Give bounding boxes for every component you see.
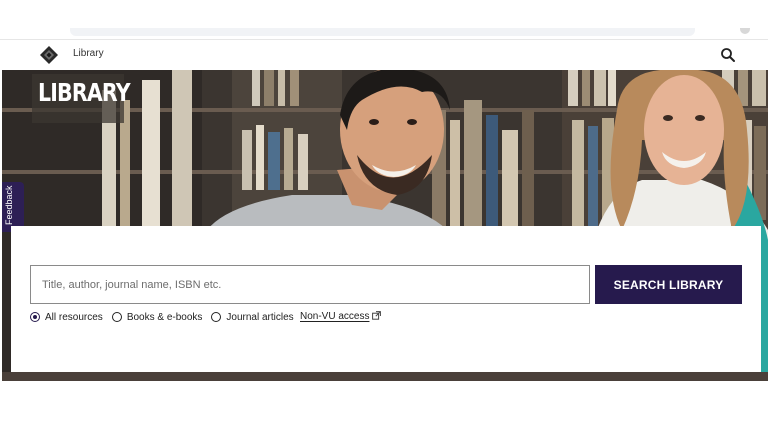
filter-label: All resources (45, 311, 103, 323)
hero-title: LIBRARY (38, 78, 131, 107)
external-link-icon (372, 311, 382, 320)
header-title[interactable]: Library (73, 48, 104, 59)
diamond-logo-icon[interactable] (40, 46, 58, 64)
radio-unchecked-icon[interactable] (111, 312, 122, 322)
filter-all-resources[interactable]: All resources (30, 312, 103, 323)
filter-label: Books & e-books (126, 311, 203, 323)
browser-profile-icon (740, 28, 750, 34)
site-header: Library (0, 39, 768, 70)
radio-checked-icon[interactable] (30, 312, 40, 322)
filter-journal-articles[interactable]: Journal articles (211, 311, 294, 323)
search-icon[interactable] (720, 47, 736, 63)
non-vu-access-label: Non-VU access (300, 311, 370, 322)
non-vu-access-link[interactable]: Non-VU access (300, 311, 382, 322)
browser-address-bar (70, 28, 695, 36)
filter-books-ebooks[interactable]: Books & e-books (111, 311, 203, 323)
filter-label: Journal articles (226, 311, 294, 323)
radio-unchecked-icon[interactable] (211, 312, 222, 322)
hero-bottom-edge (2, 372, 768, 381)
library-page: Library LIBRARY Feedback Title, author, … (0, 0, 768, 430)
feedback-label[interactable]: Feedback (4, 185, 14, 225)
search-filter-options: All resources Books & e-books Journal ar… (30, 310, 303, 324)
search-library-button[interactable]: SEARCH LIBRARY (595, 265, 742, 304)
search-input[interactable] (30, 265, 590, 304)
